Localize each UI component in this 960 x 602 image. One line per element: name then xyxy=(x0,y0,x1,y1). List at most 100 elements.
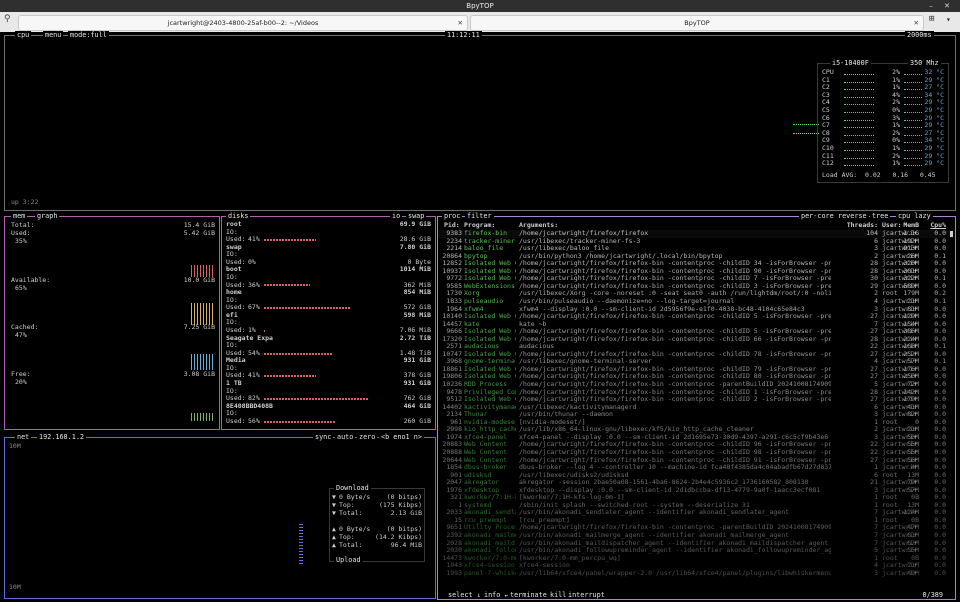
window-titlebar: BpyTOP – ✕ xyxy=(0,0,960,12)
process-program: WebExtensions xyxy=(464,282,515,290)
filter-button[interactable]: filter xyxy=(465,212,494,220)
process-program: kio_http_cache xyxy=(464,426,516,434)
process-program: Isolated Web C xyxy=(464,260,516,268)
col-args[interactable]: Arguments: xyxy=(519,221,558,230)
new-tab-icon[interactable]: ⊞ xyxy=(929,15,934,24)
scrollbar[interactable] xyxy=(950,231,953,237)
process-row[interactable]: 1993 panel-7-whiske/usr/lib64/xfce4/panel… xyxy=(438,569,955,578)
cpu-core-temp-graph xyxy=(904,134,922,137)
process-args: /home/jcartwright/firefox/firefox-bin -c… xyxy=(519,381,831,388)
process-program: bpytop xyxy=(464,252,488,260)
swap-toggle[interactable]: swap xyxy=(406,212,427,220)
upload-title: Upload xyxy=(334,556,363,564)
download-arrow-icon: ▼ xyxy=(332,509,336,517)
mem-free-meter xyxy=(191,413,215,421)
zero-toggle[interactable]: zero xyxy=(357,433,378,441)
process-args: /usr/libexec/tracker-miner-fs-3 xyxy=(519,237,641,245)
process-args: /usr/bin/akonadi_mailmerge_agent --ident… xyxy=(519,532,790,539)
tab-terminal[interactable]: jcartwright@2403-4800-25af-b00--2: ~/Vid… xyxy=(18,15,468,31)
process-args: /home/jcartwright/firefox/firefox-bin -c… xyxy=(519,275,831,283)
mem-free-value: 3.08 GiB xyxy=(183,370,215,378)
tab-pin-icon[interactable]: ⚲ xyxy=(4,15,11,24)
process-args: dbus-broker --log 4 --controller 10 --ma… xyxy=(519,464,831,472)
process-args: /usr/bin/akonadi_sendlater_agent --ident… xyxy=(519,509,790,517)
refresh-rate[interactable]: 2000ms xyxy=(905,31,934,39)
close-tab-icon[interactable]: ✕ xyxy=(458,16,463,30)
cpu-core-graph xyxy=(844,81,874,84)
mem-avail-value: 10.0 GiB xyxy=(183,276,215,284)
tab-menu-icon[interactable]: ▾ xyxy=(946,16,951,24)
terminate-button[interactable]: terminate xyxy=(508,591,549,599)
per-core-toggle[interactable]: per-core xyxy=(799,212,836,220)
process-program: kworker/7:1H-k xyxy=(464,494,516,502)
net-ip: 192.168.1.2 xyxy=(37,433,87,441)
disk-used-label: Used: xyxy=(226,416,250,425)
proc-box-title: proc xyxy=(442,212,463,220)
cpu-core-graph xyxy=(844,104,874,106)
upload-arrow-icon: ▲ xyxy=(332,541,336,549)
cpu-core-graph xyxy=(844,150,874,152)
mem-used-value: 5.42 GiB xyxy=(183,229,215,237)
mem-avail-meter xyxy=(191,303,215,325)
process-program: Thunar xyxy=(464,411,488,419)
process-args: /home/jcartwright/firefox/firefox-bin -c… xyxy=(519,448,831,456)
process-args: /usr/libexec/Xorg -core -noreset :0 -sea… xyxy=(519,290,831,298)
process-program: Web Content xyxy=(464,441,508,449)
disk-size: 931 GiB xyxy=(403,356,431,365)
process-program: akonadi_mailme xyxy=(464,532,516,539)
cpu-core-temp-graph xyxy=(904,89,922,91)
process-args: /home/jcartwright/firefox/firefox xyxy=(519,230,649,237)
io-toggle[interactable]: io xyxy=(390,212,403,220)
process-args: /usr/libexec/udisks2/udisksd xyxy=(519,471,629,479)
mem-cached-value: 7.25 GiB xyxy=(183,323,215,331)
select-hint[interactable]: select ↓ xyxy=(446,591,483,599)
process-args: xfce4-session xyxy=(519,562,570,570)
process-args: /usr/bin/akonadi_followupreminder_agent … xyxy=(519,547,831,555)
process-program: Isolated Web C xyxy=(464,313,516,321)
disk-used-pct: 41% xyxy=(248,235,260,244)
mode-button[interactable]: mode:full xyxy=(68,31,109,39)
net-graph xyxy=(299,524,303,564)
graph-toggle[interactable]: graph xyxy=(35,212,60,220)
sort-selector[interactable]: cpu lazy xyxy=(896,212,933,220)
cpu-core-graph xyxy=(844,74,874,76)
disk-used-pct: 54% xyxy=(248,348,260,357)
net-box-title: net xyxy=(15,433,32,441)
process-program: Web Content xyxy=(464,456,508,464)
process-program: Isolated Web C xyxy=(464,373,516,381)
interface-selector[interactable]: <b eno1 n> xyxy=(379,433,424,441)
close-button[interactable]: ✕ xyxy=(942,1,952,11)
minimize-button[interactable]: – xyxy=(926,1,936,11)
col-program[interactable]: Program: xyxy=(464,221,495,230)
process-args: [rcu_preempt] xyxy=(519,516,570,524)
tab-bpytop[interactable]: BpyTOP ✕ xyxy=(470,15,924,31)
info-button[interactable]: info ↵ xyxy=(482,591,511,599)
close-tab-icon[interactable]: ✕ xyxy=(914,16,919,30)
disk-usage-bar xyxy=(264,420,336,423)
tab-terminal-label: jcartwright@2403-4800-25af-b00--2: ~/Vid… xyxy=(167,19,319,27)
tree-toggle[interactable]: tree xyxy=(870,212,891,220)
menu-button[interactable]: menu xyxy=(43,31,64,39)
process-args: /home/jcartwright/firefox/firefox-bin -c… xyxy=(519,267,831,275)
interrupt-button[interactable]: interrupt xyxy=(566,591,607,599)
cpu-box: cpu menu mode:full 11:12:11 2000ms up 3:… xyxy=(4,31,956,211)
process-args: kate ~b xyxy=(519,320,547,328)
disks-box-title: disks xyxy=(226,212,251,220)
process-args: /usr/bin/thunar --daemon xyxy=(519,411,613,419)
process-program: kate xyxy=(464,320,480,328)
auto-toggle[interactable]: auto xyxy=(335,433,356,441)
process-program: kworker/7:0-mm xyxy=(464,554,516,562)
disk-size: 69.9 GiB xyxy=(399,220,431,228)
net-scale-bottom: 10M xyxy=(9,583,21,591)
cpu-core-temp-graph xyxy=(904,127,922,129)
disk-size: 2.72 TiB xyxy=(399,333,431,342)
cpu-core-temp-graph xyxy=(904,74,922,76)
process-program: gnome-terminal xyxy=(464,358,516,366)
cpu-graph xyxy=(793,124,819,134)
process-args: akregator -session 2bae50a08-1561-4ba6-8… xyxy=(519,479,809,487)
process-program: Isolated Web C xyxy=(464,267,516,275)
process-args: /usr/bin/python3 /home/jcartwright/.loca… xyxy=(519,252,723,260)
reverse-toggle[interactable]: reverse xyxy=(836,212,869,220)
process-args: [kworker/7:0-mm_percpu_wq] xyxy=(519,554,621,562)
sync-toggle[interactable]: sync xyxy=(313,433,334,441)
